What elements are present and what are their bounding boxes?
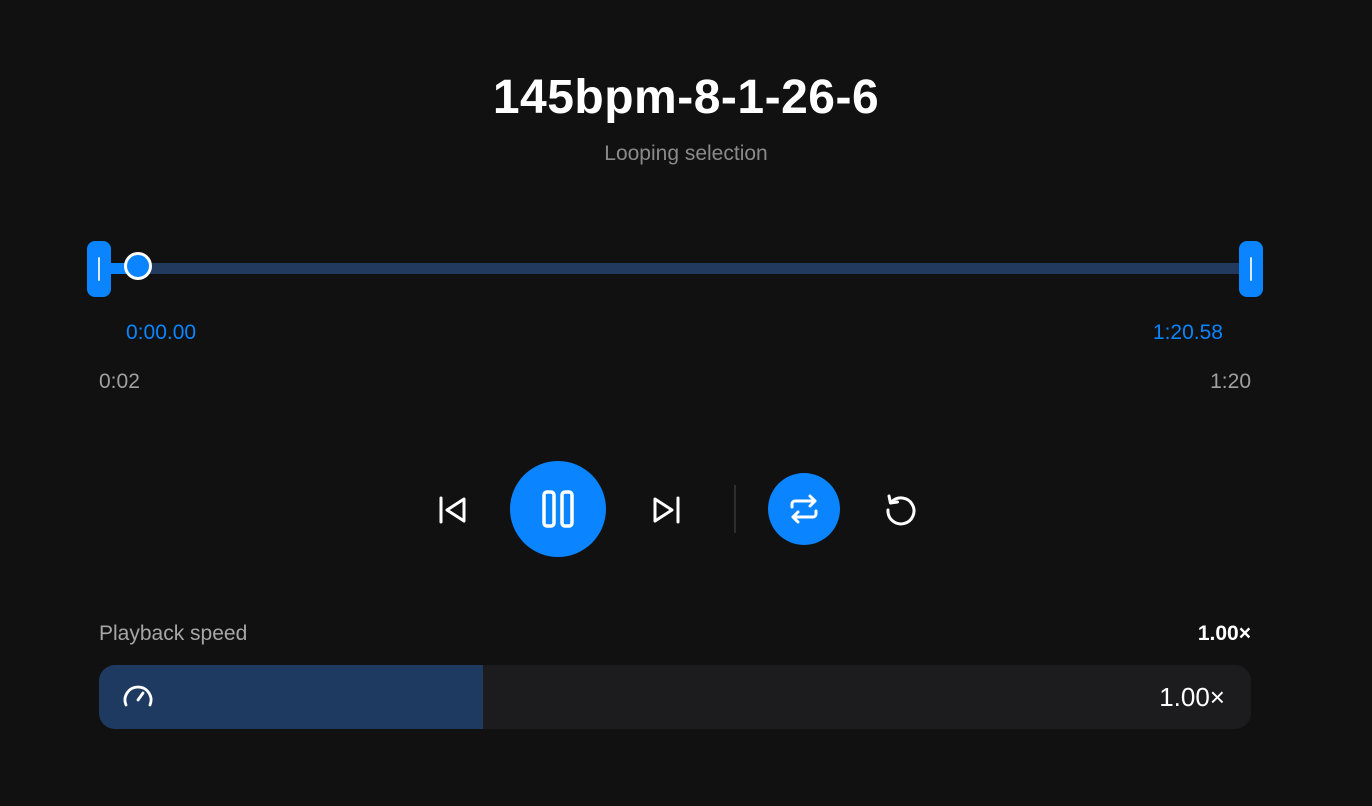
elapsed-time: 0:02 — [99, 370, 140, 393]
reset-icon — [886, 494, 916, 526]
reset-button[interactable] — [875, 484, 927, 536]
track-title: 145bpm-8-1-26-6 — [492, 71, 880, 124]
grip-icon — [1250, 257, 1252, 281]
skip-forward-button[interactable] — [641, 484, 693, 536]
skip-back-button[interactable] — [426, 484, 478, 536]
skip-back-icon — [439, 496, 466, 524]
speed-slider-fill — [99, 665, 483, 729]
pause-button[interactable] — [510, 461, 606, 557]
timeline-track[interactable] — [99, 263, 1251, 274]
grip-icon — [98, 257, 100, 281]
selection-start-handle[interactable] — [87, 241, 111, 297]
loop-status: Looping selection — [604, 142, 768, 165]
pause-icon — [542, 490, 574, 528]
total-time: 1:20 — [1210, 370, 1251, 393]
speed-slider-value: 1.00× — [1159, 682, 1225, 712]
selection-end-time: 1:20.58 — [1152, 321, 1223, 344]
selection-end-handle[interactable] — [1239, 241, 1263, 297]
loop-toggle-button[interactable] — [768, 473, 840, 545]
playhead-knob[interactable] — [124, 252, 152, 280]
repeat-icon — [790, 494, 818, 524]
speed-value: 1.00× — [1197, 622, 1251, 645]
selection-start-time: 0:00.00 — [126, 321, 197, 344]
controls-divider — [734, 485, 736, 533]
speedometer-icon — [123, 685, 153, 707]
speed-label: Playback speed — [99, 622, 248, 645]
skip-forward-icon — [653, 496, 680, 524]
audio-player: 145bpm-8-1-26-6 Looping selection 0:00.0… — [0, 0, 1372, 806]
speed-slider[interactable]: 1.00× — [99, 665, 1251, 729]
